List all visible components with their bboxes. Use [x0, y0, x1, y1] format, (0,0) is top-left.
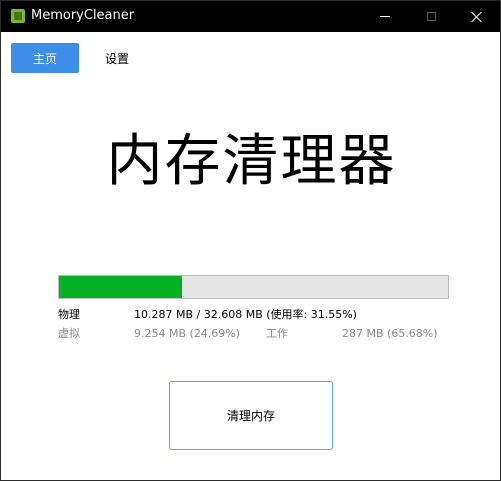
clean-memory-button[interactable]: 清理内存 — [169, 381, 333, 450]
tab-home[interactable]: 主页 — [11, 43, 79, 73]
working-set-value: 287 MB (65.68%) — [342, 327, 438, 340]
memory-usage-bar — [58, 275, 449, 299]
minimize-button[interactable] — [362, 1, 408, 32]
window-title: MemoryCleaner — [31, 8, 135, 23]
virtual-memory-value: 9.254 MB (24.69%) — [134, 327, 241, 340]
minimize-icon — [380, 16, 390, 17]
maximize-button[interactable] — [408, 1, 454, 32]
working-set-label: 工作 — [266, 327, 288, 340]
page-title: 内存清理器 — [106, 129, 397, 194]
physical-label: 物理 — [58, 308, 80, 321]
virtual-label: 虚拟 — [58, 327, 80, 340]
close-icon — [471, 11, 483, 23]
tab-settings[interactable]: 设置 — [87, 43, 147, 73]
physical-memory-value: 10.287 MB / 32.608 MB (使用率: 31.55%) — [134, 308, 357, 321]
memory-usage-fill — [59, 276, 182, 298]
close-button[interactable] — [454, 1, 500, 32]
maximize-icon — [426, 12, 436, 21]
app-window: MemoryCleaner 主页 设置 内存清理器 物理 10.287 MB /… — [0, 0, 501, 481]
title-bar[interactable]: MemoryCleaner — [1, 1, 500, 32]
memory-chip-icon — [11, 9, 25, 23]
